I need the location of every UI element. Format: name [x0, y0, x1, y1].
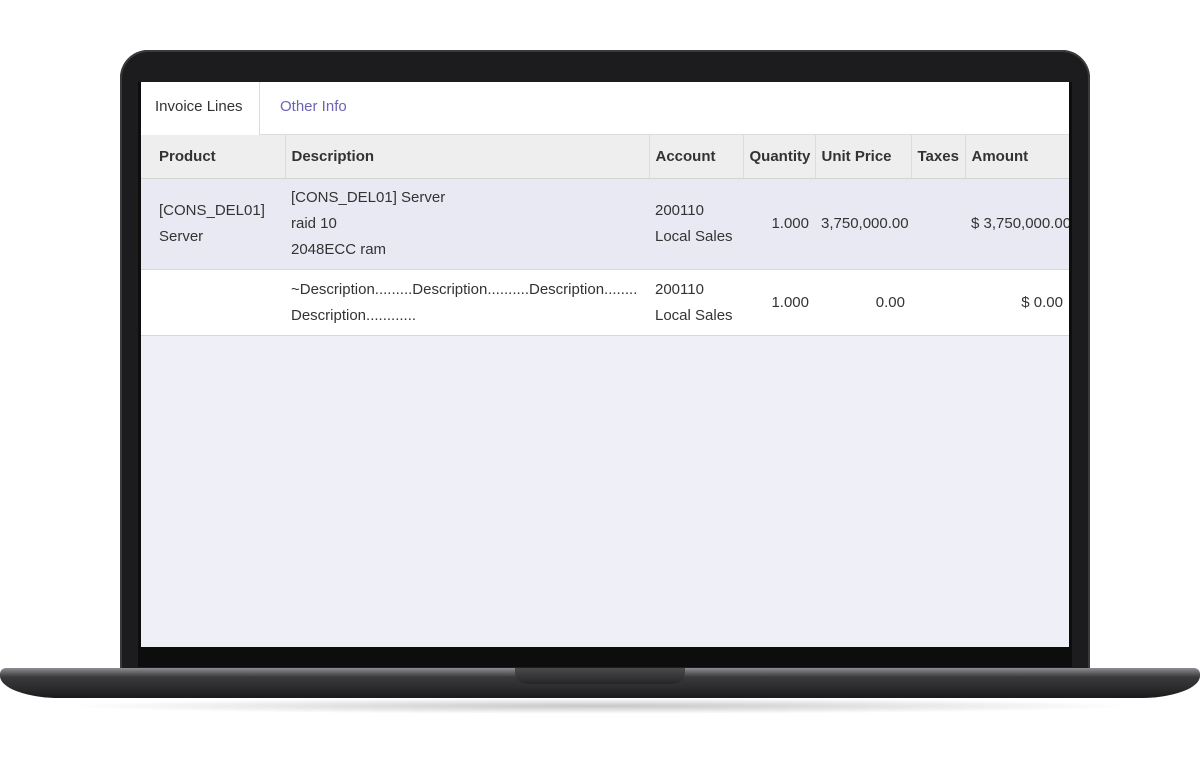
description-cell[interactable]: [CONS_DEL01] Server raid 10 2048ECC ram: [285, 178, 649, 270]
product-name: Server: [159, 228, 204, 245]
description-cell[interactable]: ~Description.........Description........…: [285, 269, 649, 336]
laptop-shadow: [60, 698, 1140, 714]
invoice-lines-table: Product Description Account Quantity Uni…: [141, 135, 1069, 336]
description-line: 2048ECC ram: [291, 241, 387, 258]
description-line: ~Description.........Description........…: [291, 280, 638, 298]
description-line: [CONS_DEL01] Server: [291, 189, 446, 206]
tab-invoice-lines[interactable]: Invoice Lines: [141, 82, 260, 135]
account-cell[interactable]: 200110 Local Sales: [649, 269, 743, 336]
quantity-cell[interactable]: 1.000: [743, 269, 815, 336]
account-cell[interactable]: 200110 Local Sales: [649, 178, 743, 270]
product-code: [CONS_DEL01]: [159, 202, 265, 219]
column-header-account[interactable]: Account: [649, 135, 744, 179]
account-name: Local Sales: [655, 228, 733, 245]
quantity-cell[interactable]: 1.000: [743, 178, 815, 270]
amount-cell: $ 3,750,000.00: [965, 178, 1069, 270]
product-cell[interactable]: [CONS_DEL01] Server: [141, 178, 285, 270]
description-line: Description............: [291, 306, 417, 324]
amount-cell: $ 0.00: [965, 269, 1069, 336]
column-header-amount[interactable]: Amount: [965, 135, 1069, 179]
table-row[interactable]: ~Description.........Description........…: [141, 269, 1069, 336]
taxes-cell[interactable]: [911, 178, 965, 270]
column-header-description[interactable]: Description: [285, 135, 650, 179]
column-header-unit-price[interactable]: Unit Price: [815, 135, 912, 179]
column-header-product[interactable]: Product: [141, 135, 286, 179]
tab-other-info[interactable]: Other Info: [266, 82, 361, 134]
laptop-base: [0, 668, 1200, 698]
laptop-notch: [515, 668, 685, 684]
column-header-quantity[interactable]: Quantity: [743, 135, 816, 179]
account-code: 200110: [655, 280, 704, 298]
tab-bar: Invoice Lines Other Info: [141, 82, 1069, 135]
laptop-lid: Invoice Lines Other Info Product Descrip…: [120, 50, 1090, 675]
taxes-cell[interactable]: [911, 269, 965, 336]
unit-price-cell[interactable]: 3,750,000.00: [815, 178, 911, 270]
table-row[interactable]: [CONS_DEL01] Server [CONS_DEL01] Server …: [141, 178, 1069, 270]
unit-price-cell[interactable]: 0.00: [815, 269, 911, 336]
app-screen: Invoice Lines Other Info Product Descrip…: [141, 82, 1069, 647]
column-header-taxes[interactable]: Taxes: [911, 135, 966, 179]
account-name: Local Sales: [655, 306, 733, 324]
description-line: raid 10: [291, 215, 337, 232]
table-header-row: Product Description Account Quantity Uni…: [141, 135, 1069, 179]
account-code: 200110: [655, 202, 704, 219]
product-cell[interactable]: [141, 269, 285, 336]
screen-bezel: Invoice Lines Other Info Product Descrip…: [138, 82, 1072, 667]
